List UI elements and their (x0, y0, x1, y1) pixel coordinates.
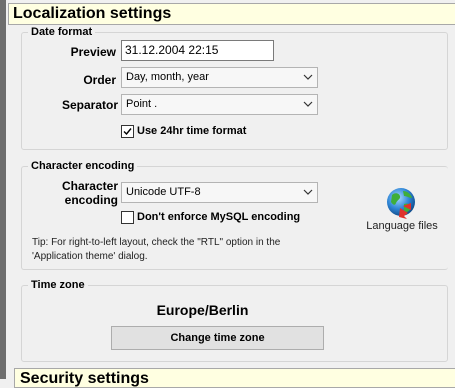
language-files-button[interactable]: Language files (357, 186, 447, 236)
next-section-title: Security settings (20, 370, 149, 387)
globe-icon (387, 188, 415, 219)
encoding-select[interactable]: Unicode UTF-8 (121, 182, 318, 203)
chevron-down-icon (303, 74, 313, 80)
date-format-title: Date format (28, 26, 96, 38)
separator-label: Separator (61, 98, 118, 112)
character-encoding-title: Character encoding (28, 160, 138, 172)
next-section-header: Security settings (14, 368, 455, 388)
rtl-tip-line2: 'Application theme' dialog. (32, 251, 148, 262)
section-header: Localization settings (8, 3, 455, 25)
language-files-label: Language files (366, 220, 438, 232)
order-select-value: Day, month, year (126, 71, 209, 83)
use-24hr-checkbox[interactable] (121, 125, 134, 138)
encoding-select-value: Unicode UTF-8 (126, 186, 201, 198)
checkmark-icon (123, 128, 132, 136)
rtl-tip: Tip: For right-to-left layout, check the… (32, 236, 352, 264)
separator-select[interactable]: Point . (121, 94, 318, 115)
encoding-label: Character encoding (40, 179, 118, 207)
section-title: Localization settings (13, 5, 172, 22)
order-label: Order (83, 73, 116, 87)
change-time-zone-button[interactable]: Change time zone (111, 326, 324, 350)
use-24hr-label[interactable]: Use 24hr time format (137, 125, 246, 138)
dont-enforce-mysql-checkbox[interactable] (121, 211, 134, 224)
time-zone-group: Time zone (21, 279, 448, 362)
chevron-down-icon (303, 189, 313, 195)
encoding-label-line2: encoding (64, 193, 118, 207)
preview-field[interactable]: 31.12.2004 22:15 (121, 40, 274, 61)
order-select[interactable]: Day, month, year (121, 67, 318, 88)
rtl-tip-line1: Tip: For right-to-left layout, check the… (32, 237, 281, 248)
separator-select-value: Point . (126, 98, 158, 110)
preview-label: Preview (70, 45, 116, 59)
dont-enforce-mysql-label[interactable]: Don't enforce MySQL encoding (137, 211, 300, 224)
time-zone-value: Europe/Berlin (156, 302, 249, 318)
encoding-label-line1: Character (61, 179, 118, 193)
chevron-down-icon (303, 101, 313, 107)
time-zone-title: Time zone (28, 279, 88, 291)
